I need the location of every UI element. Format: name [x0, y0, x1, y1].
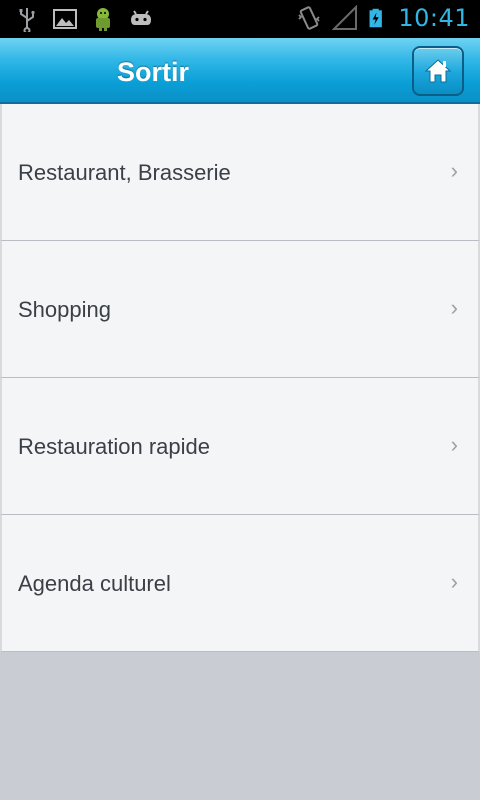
list-item-label: Shopping: [18, 297, 111, 322]
gamepad-icon: [131, 10, 151, 25]
list-item-restauration-rapide[interactable]: Restauration rapide ›: [0, 378, 480, 515]
status-bar-notifications: [14, 6, 154, 32]
list-item-agenda-culturel[interactable]: Agenda culturel ›: [0, 515, 480, 652]
android-icon: [96, 8, 110, 31]
list-item-shopping[interactable]: Shopping ›: [0, 241, 480, 378]
image-icon: [53, 9, 77, 29]
signal-icon: [332, 5, 358, 30]
home-icon: [424, 59, 452, 83]
app-header: Sortir: [0, 38, 480, 104]
status-bar-system: 10:41: [296, 4, 470, 32]
list-item-restaurant-brasserie[interactable]: Restaurant, Brasserie ›: [0, 104, 480, 241]
battery-charging-icon: [369, 8, 383, 28]
clock: 10:41: [398, 4, 470, 32]
chevron-right-icon: ›: [450, 569, 458, 594]
list-item-label: Agenda culturel: [18, 571, 171, 596]
vibrate-icon: [298, 6, 320, 30]
list-item-label: Restaurant, Brasserie: [18, 160, 231, 185]
chevron-right-icon: ›: [450, 158, 458, 183]
usb-icon: [19, 8, 35, 32]
list-item-label: Restauration rapide: [18, 434, 211, 459]
menu-list: Restaurant, Brasserie › Shopping › Resta…: [0, 104, 480, 652]
chevron-right-icon: ›: [450, 295, 458, 320]
chevron-right-icon: ›: [450, 432, 458, 457]
home-button[interactable]: [412, 46, 464, 96]
status-bar: 10:41: [0, 0, 480, 38]
page-title: Sortir: [116, 57, 189, 87]
